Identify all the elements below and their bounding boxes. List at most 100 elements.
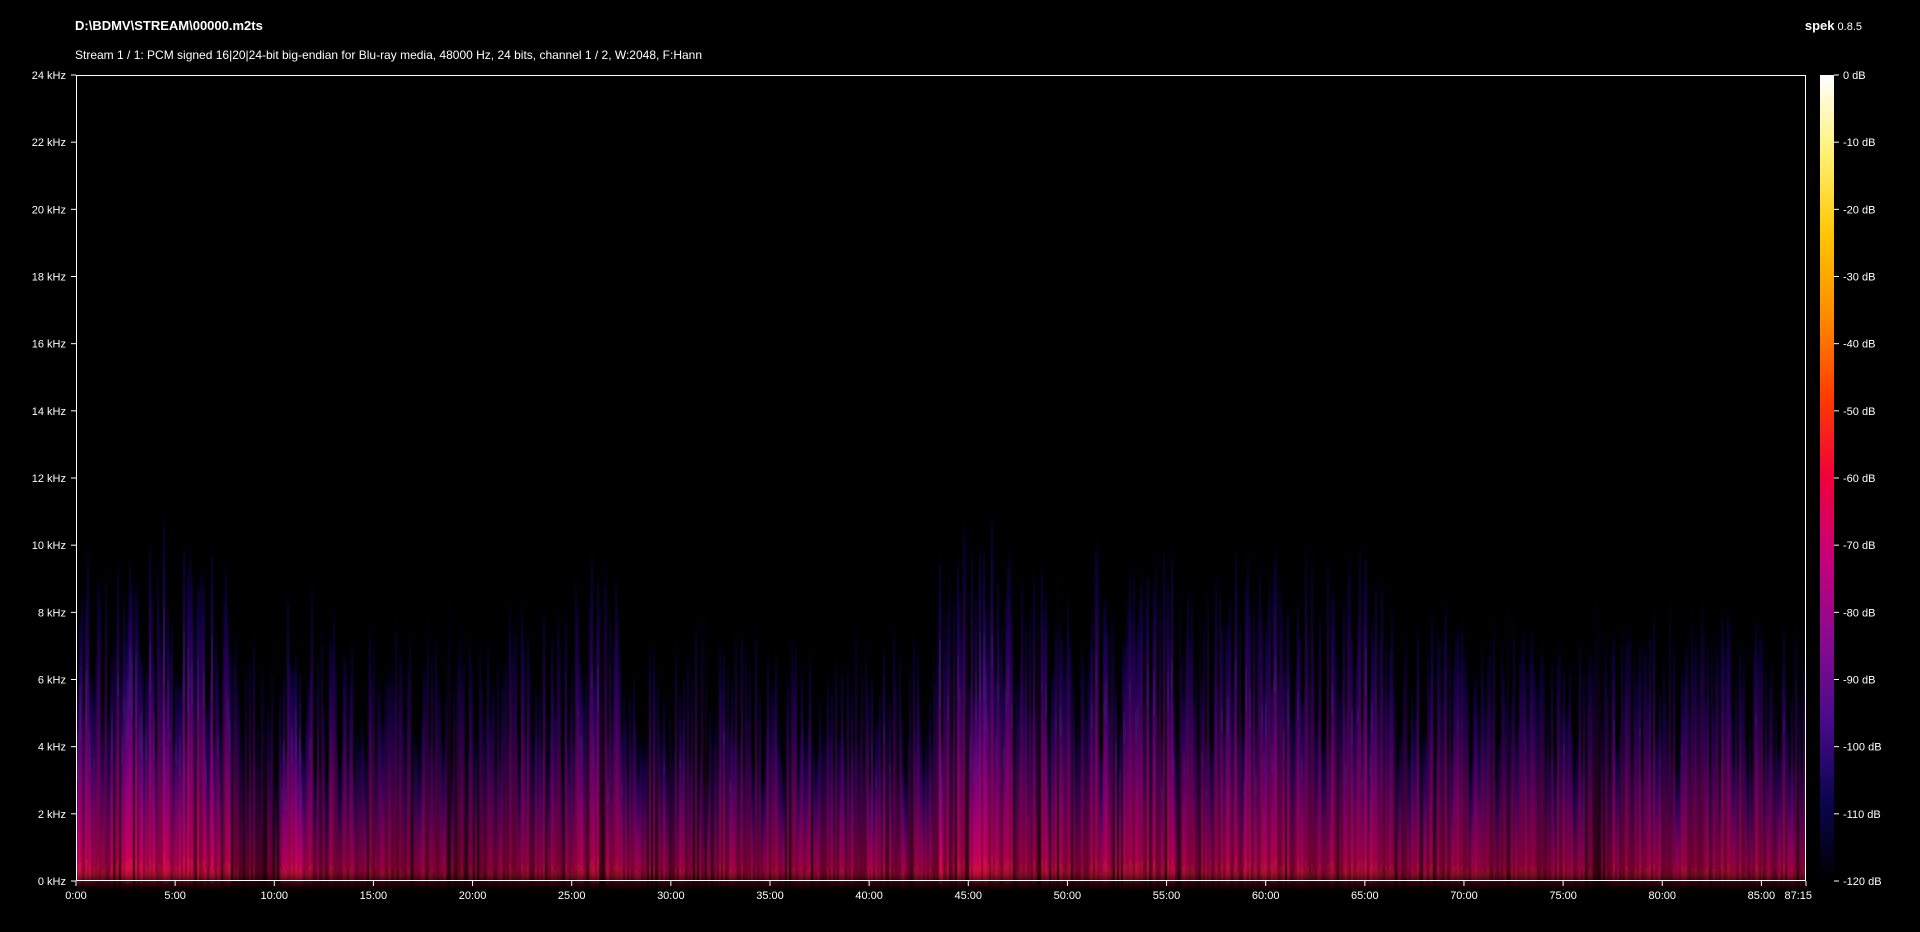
y-tick-label: 8 kHz (38, 607, 66, 619)
spectrogram-column (611, 714, 613, 880)
spectrogram-column (655, 687, 657, 880)
spectrogram-column (1625, 640, 1627, 880)
spectrogram-column (683, 673, 685, 880)
y-tick-label: 12 kHz (32, 473, 66, 485)
spectrogram-column (119, 632, 121, 880)
spectrogram-column (1065, 650, 1067, 880)
spectrogram-column (669, 690, 671, 880)
spectrogram-column (1091, 613, 1093, 880)
spectrogram-column (377, 678, 379, 880)
spectrogram-column (169, 645, 171, 880)
spectrogram-column (139, 648, 141, 880)
spectrogram-column (1101, 754, 1103, 880)
spectrogram-column (1221, 620, 1223, 880)
spectrogram-column (1225, 627, 1227, 880)
spectrogram-column (89, 680, 91, 880)
spectrogram-column (1033, 570, 1035, 880)
spectrogram-column (753, 778, 755, 880)
spectrogram-column (755, 627, 757, 880)
spectrogram-column (521, 600, 523, 880)
spectrogram-column (1771, 654, 1773, 880)
spectrogram-column (1631, 760, 1633, 880)
spectrogram-column (137, 582, 139, 880)
spectrogram-column (1525, 666, 1527, 880)
spectrogram-column (1253, 593, 1255, 880)
spectrogram-column (195, 600, 197, 880)
spectrogram-column (1319, 610, 1321, 880)
spectrogram-column (1733, 762, 1735, 880)
spectrogram-column (1497, 734, 1499, 880)
spectrogram-column (897, 780, 899, 880)
spectrogram-column (1241, 714, 1243, 880)
spectrogram-column (337, 751, 339, 880)
spectrogram-column (659, 725, 661, 880)
spectrogram-column (1643, 645, 1645, 880)
spectrogram-column (211, 548, 213, 880)
spectrogram-column (365, 762, 367, 880)
spectrogram-column (903, 770, 905, 880)
spectrogram-column (111, 658, 113, 880)
spectrogram-column (1559, 632, 1561, 880)
spectrogram-column (571, 662, 573, 880)
colorbar-tick-label: -60 dB (1843, 473, 1875, 485)
spectrogram-column (1375, 580, 1377, 880)
spectrogram-column (1071, 646, 1073, 880)
spectrogram-column (841, 667, 843, 880)
spectrogram-column (1233, 648, 1235, 880)
spectrogram-column (1751, 776, 1753, 880)
spectrogram-column (919, 704, 921, 880)
spectrogram-column (741, 627, 743, 880)
spectrogram-column (1255, 729, 1257, 880)
spectrogram-column (1585, 762, 1587, 880)
spectrogram-column (835, 659, 837, 880)
spectrogram-column (587, 693, 589, 880)
spectrogram-column (1521, 643, 1523, 880)
spectrogram-column (123, 595, 125, 880)
spectrogram-column (1613, 631, 1615, 880)
spectrogram-column (1649, 630, 1651, 880)
spectrogram-column (1311, 548, 1313, 880)
spectrogram-column (581, 672, 583, 880)
spectrogram-column (1215, 578, 1217, 880)
spectrogram-column (985, 604, 987, 880)
spectrogram-column (1725, 651, 1727, 880)
spectrogram-column (737, 743, 739, 880)
spectrogram-column (853, 750, 855, 880)
spectrogram-column (687, 651, 689, 880)
spectrogram-column (407, 664, 409, 880)
spectrogram-column (1285, 603, 1287, 880)
spectrogram-column (881, 771, 883, 880)
spectrogram-column (505, 654, 507, 880)
spectrogram-column (1601, 719, 1603, 880)
spectrogram-column (813, 745, 815, 880)
spectrogram-column (1777, 748, 1779, 880)
spectrogram-column (1139, 586, 1141, 880)
spectrogram-column (1415, 705, 1417, 880)
spectrogram-column (649, 645, 651, 880)
spectrogram-column (1513, 616, 1515, 880)
spectrogram-column (861, 658, 863, 880)
spectrogram-column (573, 742, 575, 880)
spectrogram-column (467, 748, 469, 880)
spectrogram-column (99, 585, 101, 880)
spectrogram-column (1471, 762, 1473, 880)
spectrogram-column (1499, 741, 1501, 880)
spectrogram-column (1773, 756, 1775, 880)
spectrogram-column (593, 677, 595, 880)
spectrogram-column (1317, 705, 1319, 880)
colorbar: 0 dB -10 dB -20 dB -30 dB -40 dB -50 dB -60 dB… (1820, 70, 1882, 888)
spectrogram-column (193, 624, 195, 880)
spectrogram-column (1781, 672, 1783, 880)
spectrogram-column (415, 737, 417, 880)
spectrogram-column (385, 665, 387, 880)
spectrogram-column (1691, 612, 1693, 880)
spectrogram-column (1177, 731, 1179, 880)
spectrogram-column (93, 690, 95, 880)
spectrogram-column (381, 726, 383, 880)
spectrogram-column (1759, 619, 1761, 880)
spectrogram-column (1321, 749, 1323, 880)
spectrogram-column (1103, 599, 1105, 880)
spectrogram-column (695, 621, 697, 880)
spectrogram-column (315, 776, 317, 880)
spectrogram-column (1673, 643, 1675, 880)
